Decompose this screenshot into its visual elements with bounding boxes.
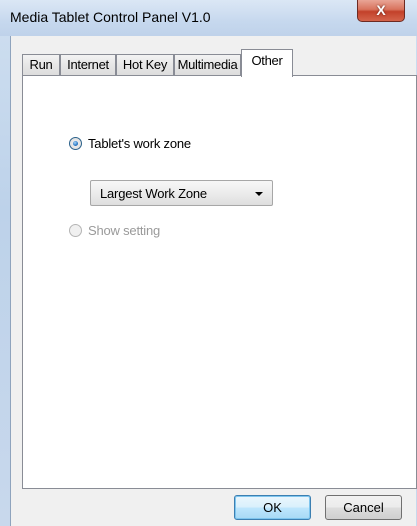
window-title: Media Tablet Control Panel V1.0 xyxy=(10,9,211,25)
client-area: Run Internet Hot Key Multimedia Other Ta… xyxy=(10,36,417,526)
close-icon: X xyxy=(376,2,386,18)
ok-button[interactable]: OK xyxy=(234,495,311,520)
show-setting-radio xyxy=(69,224,82,237)
work-zone-value: Largest Work Zone xyxy=(100,186,207,201)
tab-internet[interactable]: Internet xyxy=(60,54,116,76)
tab-multimedia[interactable]: Multimedia xyxy=(174,54,241,76)
tab-page-other: Tablet's work zone Largest Work Zone Sho… xyxy=(22,75,417,489)
chevron-down-icon xyxy=(255,192,263,196)
work-zone-label: Tablet's work zone xyxy=(88,136,191,151)
title-bar: Media Tablet Control Panel V1.0 X xyxy=(0,0,417,36)
tab-hot-key[interactable]: Hot Key xyxy=(116,54,174,76)
work-zone-dropdown[interactable]: Largest Work Zone xyxy=(90,180,273,206)
show-setting-radio-row: Show setting xyxy=(69,223,160,238)
show-setting-label: Show setting xyxy=(88,223,161,238)
close-button[interactable]: X xyxy=(357,0,405,22)
cancel-button[interactable]: Cancel xyxy=(325,495,402,520)
work-zone-radio-row[interactable]: Tablet's work zone xyxy=(69,136,191,151)
dialog-window: Media Tablet Control Panel V1.0 X Run In… xyxy=(0,0,417,526)
tab-run[interactable]: Run xyxy=(22,54,60,76)
tab-other[interactable]: Other xyxy=(241,49,293,77)
work-zone-radio[interactable] xyxy=(69,137,82,150)
